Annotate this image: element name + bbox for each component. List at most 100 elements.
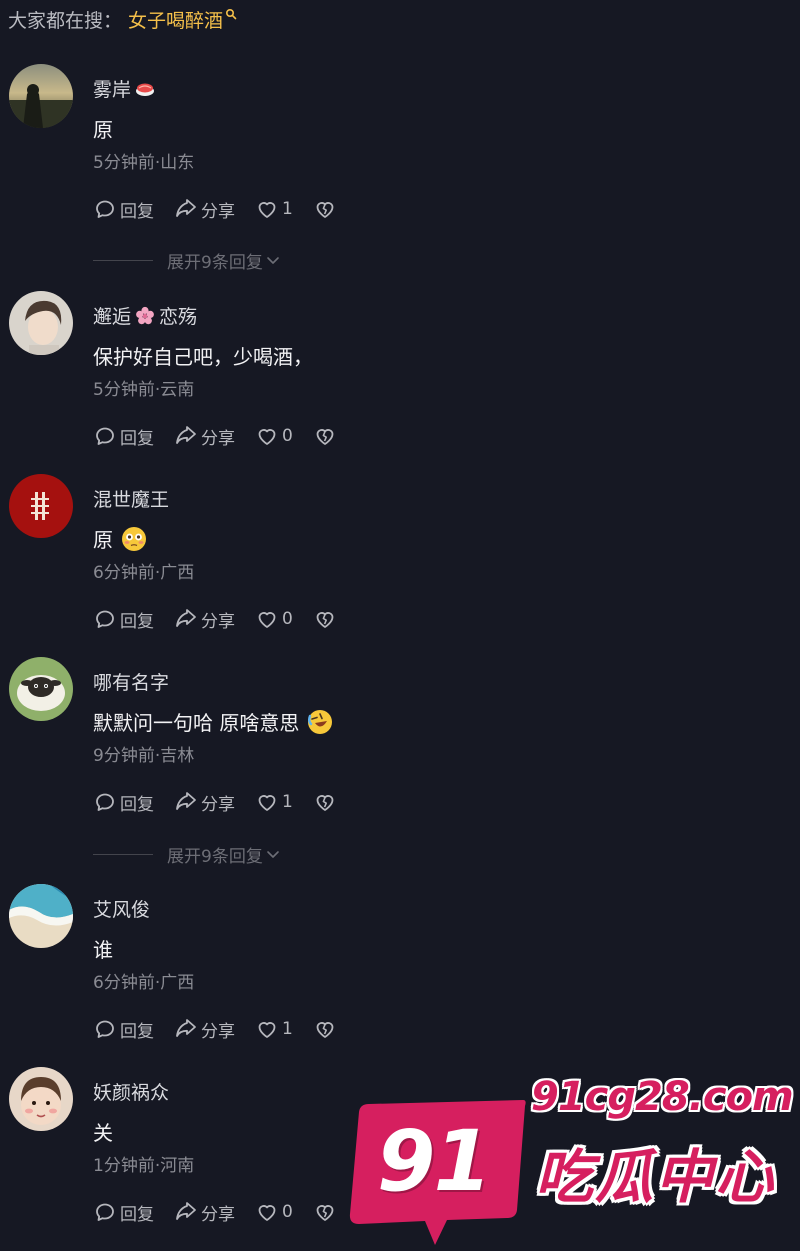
divider-line [93, 259, 153, 261]
avatar-image-beach [9, 884, 73, 948]
like-button[interactable]: 0 [255, 607, 293, 631]
avatar-image-portrait [9, 291, 73, 355]
comment-username[interactable]: 雾岸 [93, 75, 155, 102]
dislike-button[interactable] [313, 1200, 337, 1224]
comment-text: 保护好自己吧，少喝酒， [93, 345, 313, 369]
like-count: 0 [282, 426, 293, 446]
expand-replies-button[interactable]: 展开9条回复 [93, 248, 281, 273]
like-count: 0 [282, 609, 293, 629]
comment-text: 关 [93, 1121, 113, 1145]
broken-heart-icon [316, 1022, 334, 1038]
avatar[interactable] [9, 474, 73, 538]
share-button[interactable]: 分享 [174, 1017, 235, 1042]
avatar[interactable] [9, 884, 73, 948]
broken-heart-icon [316, 429, 334, 445]
share-icon [176, 426, 196, 444]
watermark-badge-text: 91 [377, 1112, 492, 1210]
like-count: 1 [282, 1019, 293, 1039]
like-button[interactable]: 0 [255, 1200, 293, 1224]
comment-meta: 9分钟前·吉林 [93, 746, 195, 766]
watermark-brand: 吃瓜中心 [535, 1143, 776, 1211]
comment-username[interactable]: 邂逅 恋殇 [93, 302, 197, 329]
comment-text: 默默问一句哈 原啥意思 [93, 707, 333, 736]
avatar[interactable] [9, 657, 73, 721]
like-button[interactable]: 1 [255, 1017, 293, 1041]
heart-icon [258, 1022, 276, 1038]
avatar-image-landscape [9, 64, 73, 128]
search-suggestion[interactable]: 大家都在搜： 女子喝醉酒 [8, 4, 237, 34]
like-count: 1 [282, 199, 293, 219]
like-button[interactable]: 0 [255, 424, 293, 448]
share-icon [176, 1019, 196, 1037]
heart-icon [258, 202, 276, 218]
comment-actions: 回复 分享 1 [93, 197, 337, 222]
reply-icon [96, 610, 114, 628]
comment-username[interactable]: 混世魔王 [93, 485, 169, 512]
share-button[interactable]: 分享 [174, 607, 235, 632]
watermark: 91 91cg28.com 吃瓜中心 [345, 1072, 800, 1251]
dislike-button[interactable] [313, 1017, 337, 1041]
share-button[interactable]: 分享 [174, 1200, 235, 1225]
reply-icon [96, 1020, 114, 1038]
chevron-down-icon [267, 257, 279, 264]
watermark-domain: 91cg28.com [531, 1074, 794, 1120]
share-icon [176, 1202, 196, 1220]
share-icon [176, 199, 196, 217]
share-icon [176, 792, 196, 810]
dislike-button[interactable] [313, 424, 337, 448]
reply-icon [96, 200, 114, 218]
broken-heart-icon [316, 1205, 334, 1221]
reply-icon [96, 1203, 114, 1221]
chevron-down-icon [267, 851, 279, 858]
comment-text: 原 [93, 118, 113, 142]
avatar[interactable] [9, 291, 73, 355]
comment-meta: 1分钟前·河南 [93, 1156, 195, 1176]
comment-meta: 5分钟前·山东 [93, 153, 195, 173]
avatar-image-red-seal [9, 474, 73, 538]
reply-button[interactable]: 回复 [93, 1200, 154, 1225]
broken-heart-icon [316, 795, 334, 811]
share-button[interactable]: 分享 [174, 790, 235, 815]
reply-button[interactable]: 回复 [93, 424, 154, 449]
search-icon [226, 8, 237, 20]
avatar[interactable] [9, 1067, 73, 1131]
share-button[interactable]: 分享 [174, 424, 235, 449]
reply-button[interactable]: 回复 [93, 197, 154, 222]
reply-button[interactable]: 回复 [93, 607, 154, 632]
like-button[interactable]: 1 [255, 197, 293, 221]
like-button[interactable]: 1 [255, 790, 293, 814]
like-count: 0 [282, 1202, 293, 1222]
rolling-laughing-emoji-icon [307, 709, 333, 735]
comment-actions: 回复 分享 1 [93, 790, 337, 815]
reply-button[interactable]: 回复 [93, 1017, 154, 1042]
comment-username[interactable]: 艾风俊 [93, 895, 150, 922]
sushi-emoji-icon [135, 81, 155, 97]
avatar-image-child [9, 1067, 73, 1131]
share-button[interactable]: 分享 [174, 197, 235, 222]
dislike-button[interactable] [313, 607, 337, 631]
reply-button[interactable]: 回复 [93, 790, 154, 815]
comment-meta: 6分钟前·广西 [93, 973, 195, 993]
heart-icon [258, 612, 276, 628]
comment-text: 原 [93, 524, 147, 553]
dislike-button[interactable] [313, 197, 337, 221]
comment-text: 谁 [93, 938, 113, 962]
comment-meta: 5分钟前·云南 [93, 380, 195, 400]
search-suggestion-prefix: 大家都在搜： [8, 9, 123, 32]
cherry-blossom-icon [135, 306, 155, 326]
comment-actions: 回复 分享 0 [93, 607, 337, 632]
divider-line [93, 853, 153, 855]
avatar[interactable] [9, 64, 73, 128]
search-suggestion-term[interactable]: 女子喝醉酒 [128, 6, 223, 33]
heart-icon [258, 1205, 276, 1221]
broken-heart-icon [316, 202, 334, 218]
expand-replies-button[interactable]: 展开9条回复 [93, 842, 281, 867]
reply-icon [96, 793, 114, 811]
comment-username[interactable]: 妖颜祸众 [93, 1078, 169, 1105]
dislike-button[interactable] [313, 790, 337, 814]
comment-actions: 回复 分享 1 [93, 1017, 337, 1042]
comment-actions: 回复 分享 0 [93, 424, 337, 449]
heart-icon [258, 429, 276, 445]
reply-icon [96, 427, 114, 445]
comment-username[interactable]: 哪有名字 [93, 668, 169, 695]
